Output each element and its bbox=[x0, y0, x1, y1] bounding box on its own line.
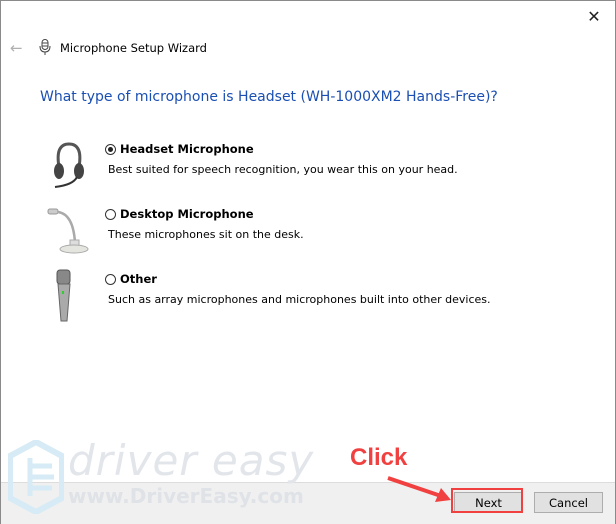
option-other[interactable]: Other Such as array microphones and micr… bbox=[105, 272, 491, 306]
watermark-brand: driver easy bbox=[68, 436, 315, 485]
window-title: Microphone Setup Wizard bbox=[60, 41, 207, 55]
option-description: Best suited for speech recognition, you … bbox=[108, 163, 458, 176]
desktop-microphone-icon bbox=[47, 208, 89, 254]
radio-desktop[interactable] bbox=[105, 208, 116, 220]
radio-headset[interactable] bbox=[105, 143, 116, 155]
option-headset[interactable]: Headset Microphone Best suited for speec… bbox=[105, 142, 458, 176]
watermark-logo bbox=[8, 440, 64, 514]
option-description: These microphones sit on the desk. bbox=[108, 228, 304, 241]
close-icon: ✕ bbox=[587, 7, 601, 26]
cancel-button[interactable]: Cancel bbox=[534, 492, 603, 513]
annotation-arrow-icon bbox=[387, 476, 451, 502]
arrow-left-icon: ← bbox=[10, 39, 23, 57]
watermark-url: www.DriverEasy.com bbox=[68, 484, 304, 508]
annotation-highlight bbox=[451, 488, 523, 513]
headset-icon bbox=[54, 142, 84, 188]
handheld-microphone-icon bbox=[56, 269, 71, 322]
option-desktop[interactable]: Desktop Microphone These microphones sit… bbox=[105, 207, 304, 241]
close-button[interactable]: ✕ bbox=[583, 7, 605, 27]
back-button[interactable]: ← bbox=[10, 39, 23, 57]
option-label: Headset Microphone bbox=[120, 142, 254, 156]
option-description: Such as array microphones and microphone… bbox=[108, 293, 491, 306]
microphone-icon bbox=[39, 39, 51, 55]
radio-other[interactable] bbox=[105, 273, 116, 285]
option-label: Other bbox=[120, 272, 157, 286]
annotation-label: Click bbox=[350, 444, 408, 471]
page-question: What type of microphone is Headset (WH-1… bbox=[40, 89, 498, 105]
option-label: Desktop Microphone bbox=[120, 207, 254, 221]
